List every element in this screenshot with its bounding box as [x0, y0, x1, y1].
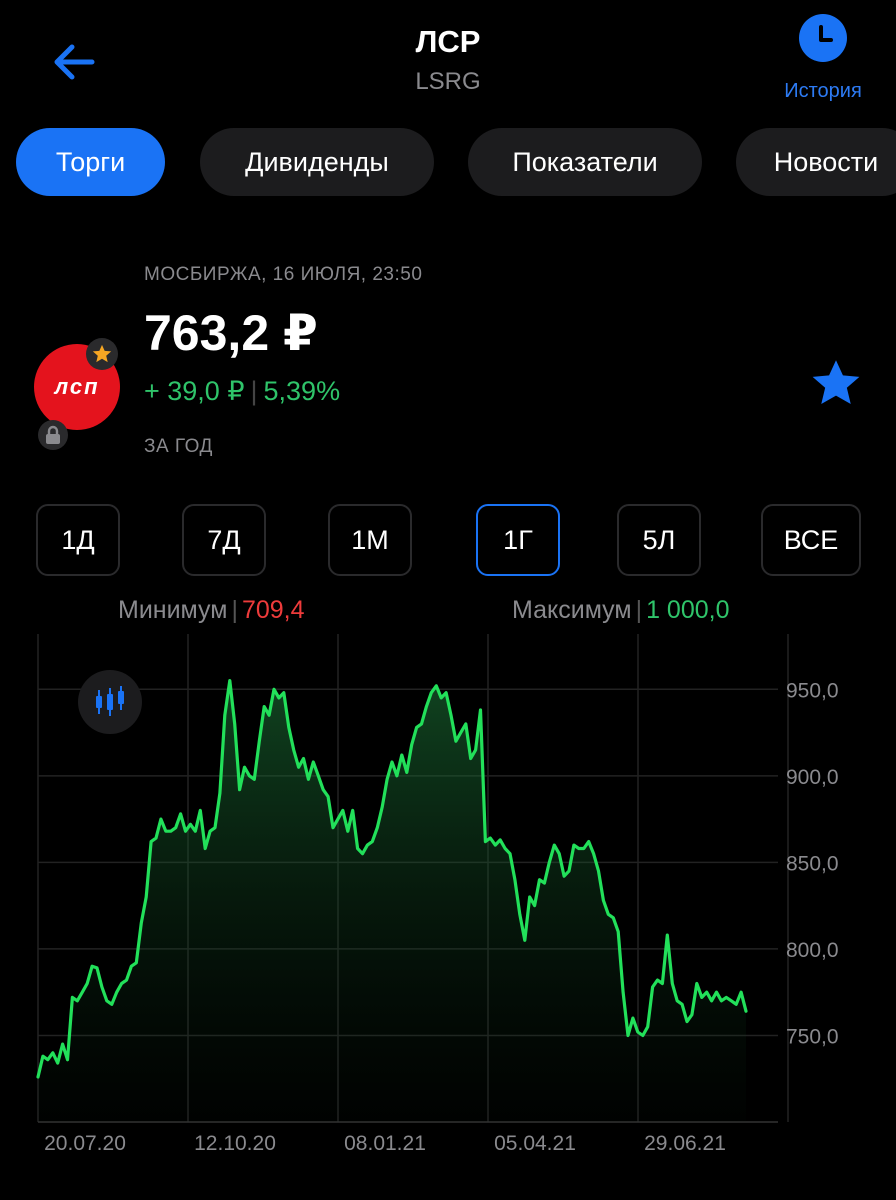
current-price: 763,2 ₽	[144, 305, 318, 361]
period-7d[interactable]: 7Д	[182, 504, 266, 576]
exchange-time: МОСБИРЖА, 16 ИЮЛЯ, 23:50	[144, 264, 423, 285]
header: ЛСР LSRG История	[0, 0, 896, 120]
page-title: ЛСР	[415, 24, 481, 59]
change-percent: 5,39%	[263, 376, 341, 406]
period-1d[interactable]: 1Д	[36, 504, 120, 576]
x-tick-label: 20.07.20	[44, 1132, 126, 1155]
price-change: + 39,0 ₽ | 5,39%	[144, 376, 341, 406]
y-tick-label: 750,0	[786, 1025, 839, 1048]
section-tabs: Торги Дивиденды Показатели Новости	[16, 128, 896, 196]
period-all[interactable]: ВСЕ	[761, 504, 861, 576]
ticker-label: LSRG	[415, 68, 481, 95]
x-tick-label: 12.10.20	[194, 1132, 276, 1155]
clock-icon	[799, 14, 847, 62]
period-5y[interactable]: 5Л	[617, 504, 701, 576]
period-selector: 1Д 7Д 1М 1Г 5Л ВСЕ	[0, 504, 896, 576]
max-label: Максимум	[512, 596, 632, 624]
candlestick-icon	[96, 686, 124, 716]
y-tick-label: 900,0	[786, 766, 839, 789]
x-tick-label: 08.01.21	[344, 1132, 426, 1155]
lock-icon	[38, 420, 68, 450]
tab-trades[interactable]: Торги	[16, 128, 165, 196]
y-tick-label: 800,0	[786, 939, 839, 962]
min-value: 709,4	[241, 596, 305, 624]
small-star-icon	[86, 338, 118, 370]
change-absolute: + 39,0 ₽	[144, 376, 245, 406]
y-tick-label: 950,0	[786, 679, 839, 702]
price-chart[interactable]: 750,0 800,0 850,0 900,0 950,0 20.07.20 12.10.2…	[0, 634, 896, 1174]
x-tick-label: 29.06.21	[644, 1132, 726, 1155]
favorite-button[interactable]	[810, 358, 862, 408]
max-stat: Максимум | 1 000,0	[512, 596, 730, 624]
tab-news[interactable]: Новости	[736, 128, 896, 196]
period-1y[interactable]: 1Г	[476, 504, 560, 576]
period-1m[interactable]: 1М	[328, 504, 412, 576]
tab-indicators[interactable]: Показатели	[468, 128, 702, 196]
candlestick-toggle[interactable]	[78, 670, 142, 734]
title-block: ЛСР LSRG	[0, 24, 896, 96]
max-value: 1 000,0	[646, 596, 730, 624]
star-icon	[812, 360, 860, 405]
quote-block: лсп МОСБИРЖА, 16 ИЮЛЯ, 23:50 763,2 ₽ + 3…	[0, 260, 896, 460]
history-label: История	[784, 80, 862, 102]
min-stat: Минимум | 709,4	[118, 596, 305, 624]
min-label: Минимум	[118, 596, 228, 624]
history-button[interactable]: История	[778, 14, 868, 103]
logo-text: лсп	[54, 374, 100, 399]
y-tick-label: 850,0	[786, 852, 839, 875]
tab-dividends[interactable]: Дивиденды	[200, 128, 434, 196]
x-tick-label: 05.04.21	[494, 1132, 576, 1155]
period-label: ЗА ГОД	[144, 436, 213, 457]
min-max-row: Минимум | 709,4 Максимум | 1 000,0	[0, 596, 896, 632]
